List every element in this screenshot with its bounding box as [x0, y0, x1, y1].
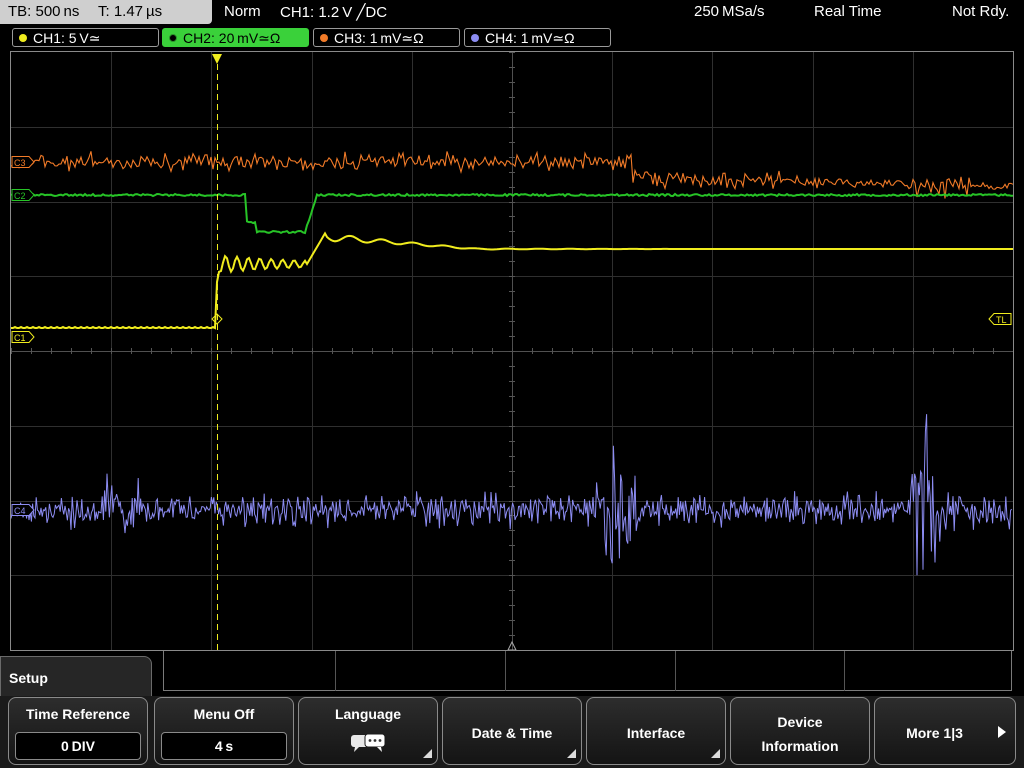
softkey-title: Language: [334, 706, 402, 722]
ch4-trace: [11, 414, 1013, 576]
device-information-softkey[interactable]: Device Information: [730, 697, 870, 765]
channel-label: CH1: 5 V≃: [33, 30, 101, 46]
message-divider: [675, 651, 676, 691]
softkey-title: Time Reference: [25, 706, 130, 722]
channel-color-dot: [19, 34, 27, 42]
ch1-offset-marker-label: C1: [14, 333, 26, 343]
channel-tab-ch4[interactable]: CH4: 1 mV≃Ω: [464, 28, 611, 47]
trigger-level-marker: TL: [988, 313, 1012, 325]
ch2-offset-marker: C2: [11, 189, 35, 201]
sample-rate-label: 250 MSa/s: [694, 3, 765, 20]
softkey-bar: Time Reference 0 DIV Menu Off 4 s Langua…: [0, 696, 1024, 768]
acquisition-mode-label: Real Time: [814, 3, 882, 20]
trigger-source-label[interactable]: CH1: 1.2 V ╱DC: [280, 3, 387, 21]
channel-tab-ch2[interactable]: CH2: 20 mV≃Ω: [162, 28, 309, 47]
time-reference-value: 0 DIV: [15, 732, 141, 760]
acquisition-state-label: Not Rdy.: [952, 3, 1010, 20]
time-reference-softkey[interactable]: Time Reference 0 DIV: [8, 697, 148, 765]
interface-softkey[interactable]: Interface: [586, 697, 726, 765]
timebase-label: TB: 500 ns: [8, 3, 80, 20]
speech-bubbles-icon: [351, 733, 386, 752]
softkey-title-line2: Information: [761, 738, 839, 754]
channel-tab-ch3[interactable]: CH3: 1 mV≃Ω: [313, 28, 460, 47]
date-time-softkey[interactable]: Date & Time: [442, 697, 582, 765]
softkey-title: Device: [777, 714, 823, 730]
ch3-offset-marker-label: C3: [14, 158, 26, 168]
ch2-offset-marker-label: C2: [14, 191, 26, 201]
ch4-offset-marker: C4: [11, 504, 35, 516]
message-line: [163, 651, 1012, 691]
graticule-grid: [11, 52, 1013, 650]
channel-color-dot: [471, 34, 479, 42]
submenu-indicator-icon: [423, 749, 432, 758]
message-divider: [335, 651, 336, 691]
channel-label: CH2: 20 mV≃Ω: [183, 30, 281, 46]
menu-title: Setup: [9, 670, 48, 686]
status-bar: Norm CH1: 1.2 V ╱DC 250 MSa/s Real Time …: [214, 0, 1024, 24]
menu-off-softkey[interactable]: Menu Off 4 s: [154, 697, 294, 765]
channel-color-dot: [320, 34, 328, 42]
next-page-arrow-icon: [998, 726, 1006, 738]
more-softkey[interactable]: More 1|3: [874, 697, 1016, 765]
softkey-title: Menu Off: [193, 706, 255, 722]
ch4-offset-marker-label: C4: [14, 506, 26, 516]
ch1-offset-marker: C1: [11, 331, 35, 343]
softkey-title: More 1|3: [906, 725, 963, 741]
channel-label: CH4: 1 mV≃Ω: [485, 30, 575, 46]
submenu-indicator-icon: [567, 749, 576, 758]
ch3-offset-marker: C3: [11, 156, 35, 168]
language-softkey[interactable]: Language: [298, 697, 438, 765]
trigger-mode-label[interactable]: Norm: [224, 3, 261, 20]
timebase-box[interactable]: TB: 500 ns T: 1.47 µs: [0, 0, 212, 24]
message-divider: [505, 651, 506, 691]
menu-title-tab: Setup: [0, 656, 152, 696]
waveform-display[interactable]: C3 C2 C1 C4 TL: [10, 51, 1014, 651]
softkey-title: Date & Time: [471, 725, 553, 741]
trigger-level-marker-label: TL: [996, 315, 1007, 325]
menu-off-value: 4 s: [161, 732, 287, 760]
channel-label: CH3: 1 mV≃Ω: [334, 30, 424, 46]
submenu-indicator-icon: [711, 749, 720, 758]
channel-color-dot: [169, 34, 177, 42]
message-divider: [844, 651, 845, 691]
trigger-time-label: T: 1.47 µs: [98, 3, 163, 20]
channel-tab-ch1[interactable]: CH1: 5 V≃: [12, 28, 159, 47]
softkey-title: Interface: [626, 725, 686, 741]
trigger-position-icon: [212, 54, 222, 64]
